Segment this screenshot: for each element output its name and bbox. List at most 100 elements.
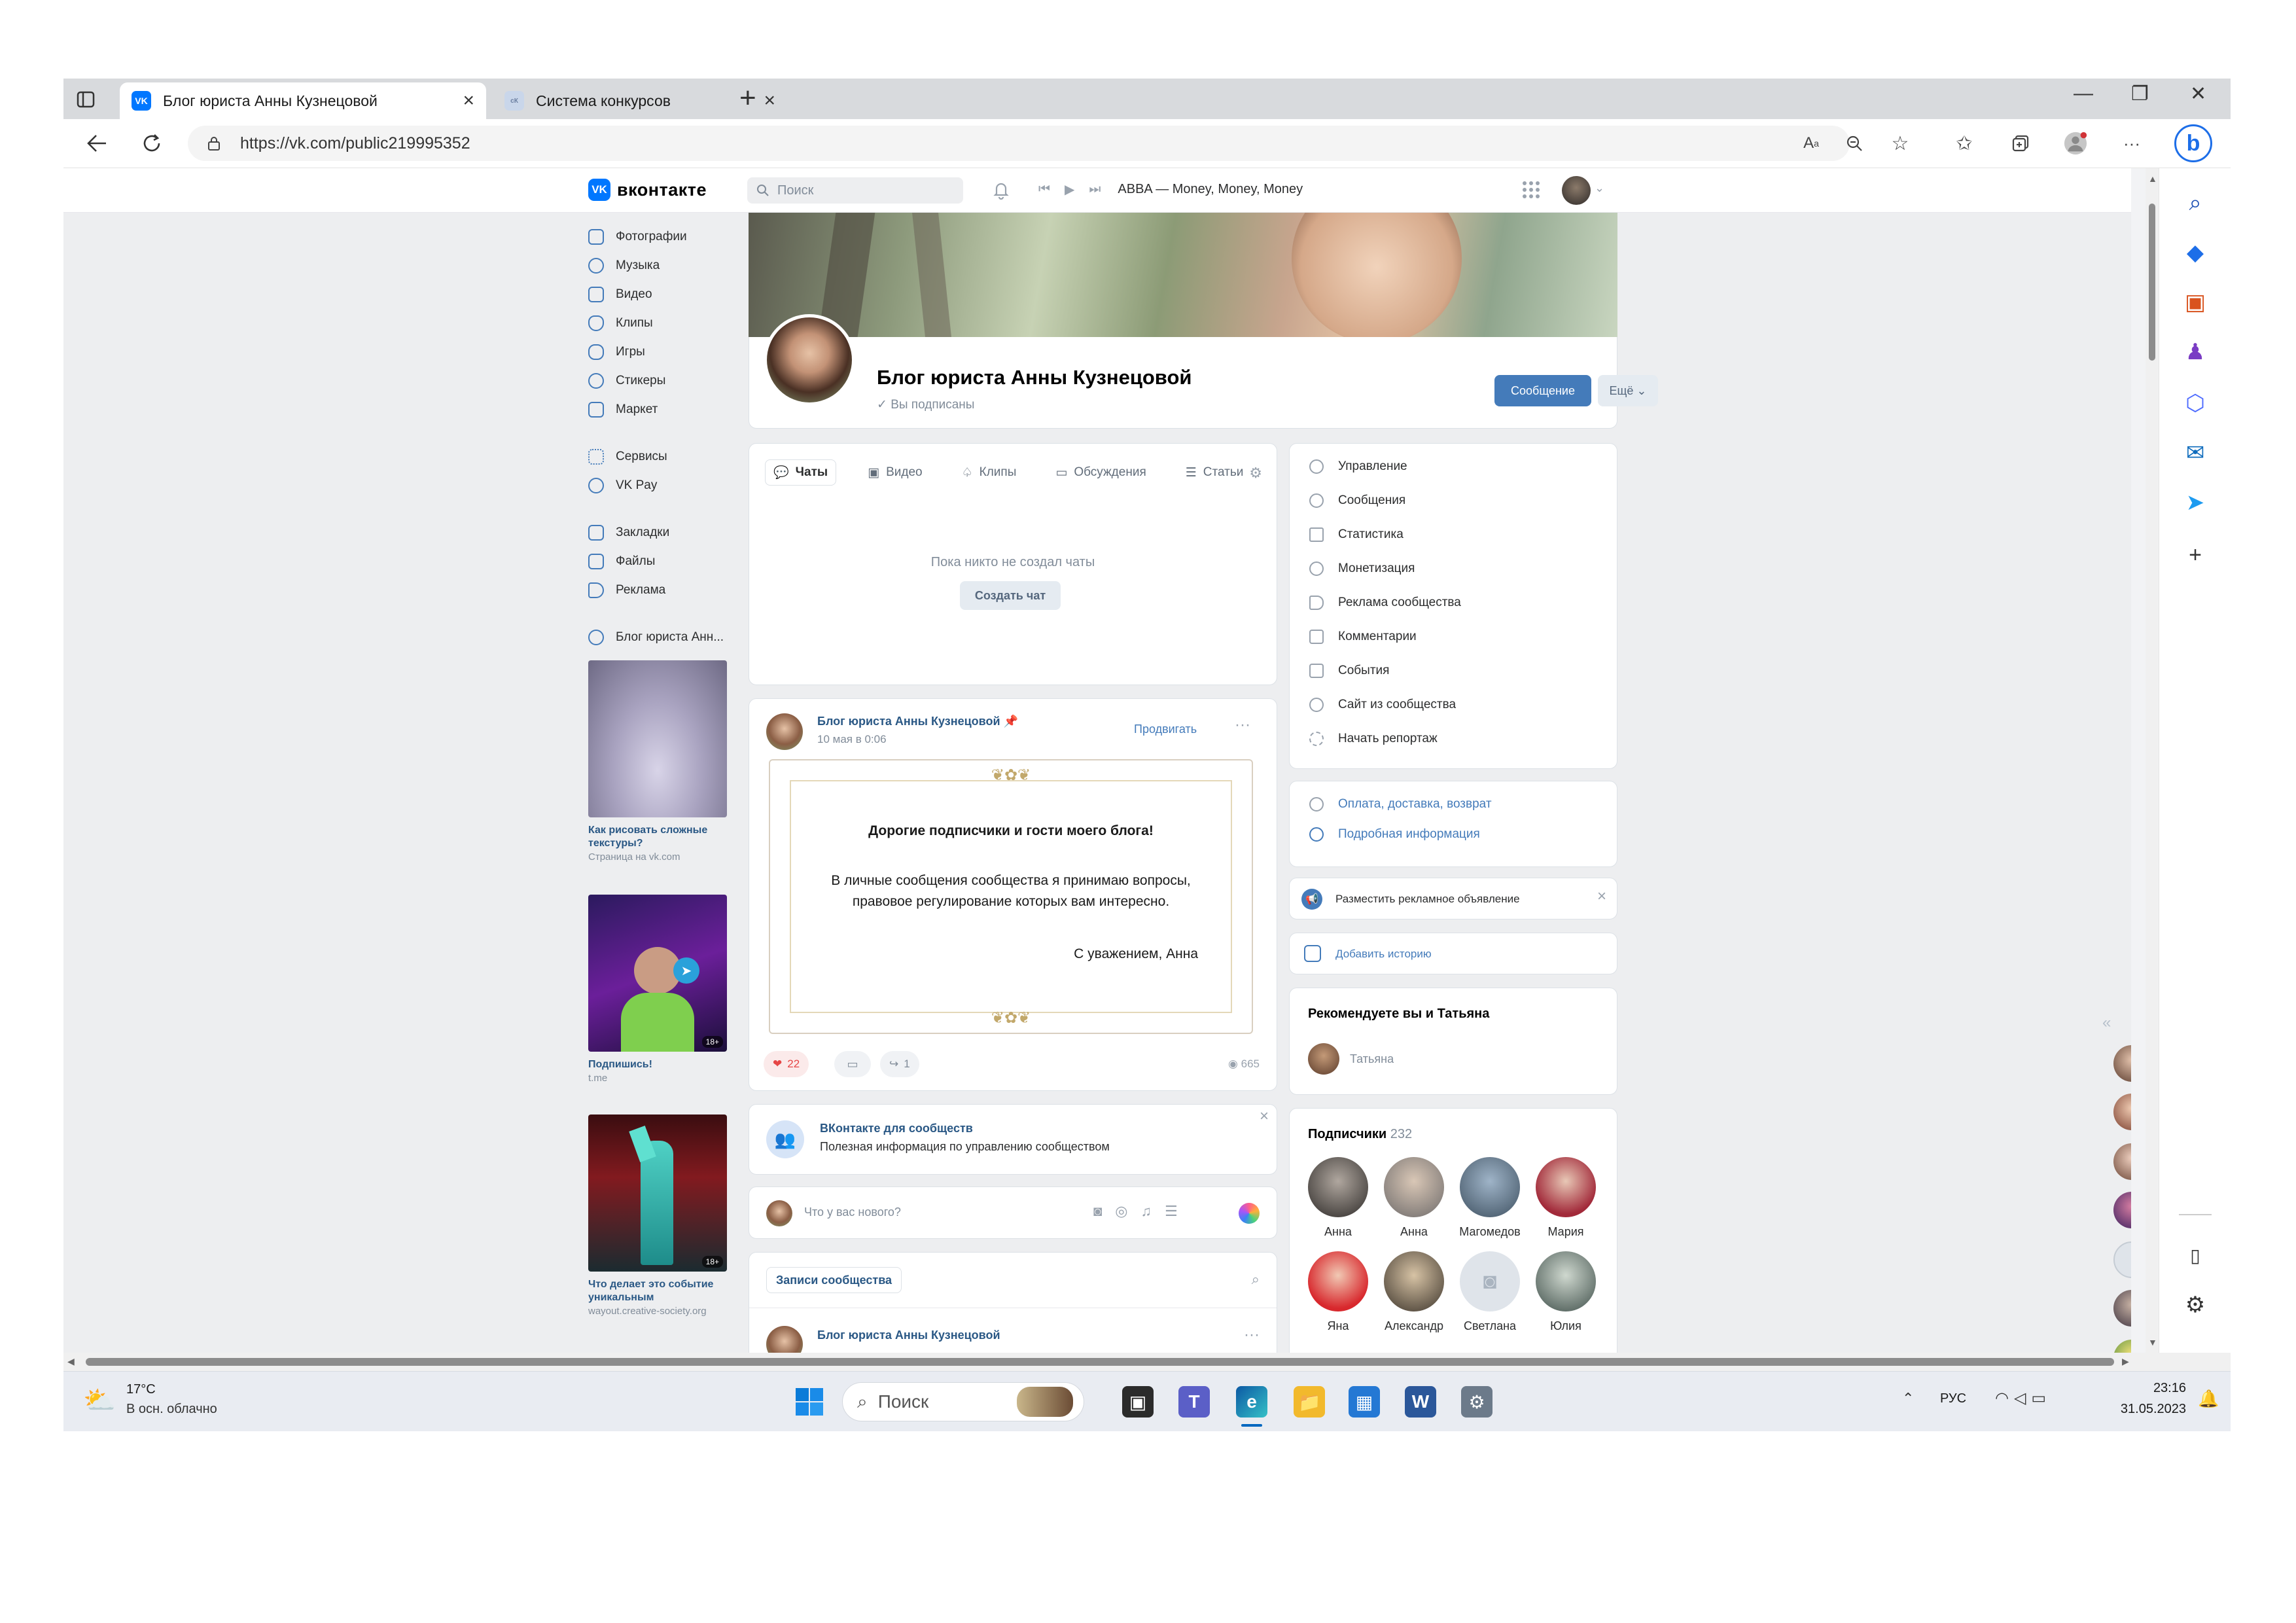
system-tray[interactable]: ◠◁▭ xyxy=(1995,1389,2051,1408)
windows-start-icon[interactable] xyxy=(794,1386,825,1418)
next-track-icon[interactable]: ⏭ xyxy=(1089,182,1101,197)
ad-card[interactable]: Как рисовать сложные текстуры? Страница … xyxy=(588,660,727,864)
place-ad-banner[interactable]: 📢 Разместить рекламное объявление × xyxy=(1289,878,1617,919)
promo-card[interactable]: 👥 ВКонтакте для сообществ Полезная инфор… xyxy=(749,1104,1277,1175)
add-story-card[interactable]: Добавить историю xyxy=(1289,933,1617,974)
like-button[interactable]: ❤ 22 xyxy=(764,1051,809,1077)
post-author[interactable]: Блог юриста Анны Кузнецовой 📌 xyxy=(817,715,1018,728)
details-link[interactable]: Подробная информация xyxy=(1309,825,1480,844)
outlook-icon[interactable]: ✉ xyxy=(2179,437,2212,469)
contact-avatar[interactable] xyxy=(2113,1094,2131,1130)
post-author[interactable]: Блог юриста Анны Кузнецовой xyxy=(817,1329,1000,1342)
clock-time[interactable]: 23:16 xyxy=(2104,1381,2186,1396)
settings-gear-icon[interactable]: ⚙ xyxy=(1249,465,1262,482)
weather-desc[interactable]: В осн. облачно xyxy=(126,1402,217,1417)
contact-avatar[interactable] xyxy=(2113,1290,2131,1327)
recommend-person[interactable]: Татьяна xyxy=(1350,1052,1394,1066)
clock-date[interactable]: 31.05.2023 xyxy=(2104,1402,2186,1417)
weather-cloud-icon[interactable]: ⛅ xyxy=(83,1385,116,1416)
subscriber[interactable]: Мария xyxy=(1534,1157,1597,1239)
read-aloud-icon[interactable]: Aa xyxy=(1799,131,1824,156)
close-icon[interactable]: × xyxy=(1260,1107,1269,1126)
subscriber[interactable]: Юлия xyxy=(1534,1251,1597,1333)
subscriber[interactable]: ◙ Светлана xyxy=(1458,1251,1521,1333)
ad-card[interactable]: 18+ Что делает это событие уникальным wa… xyxy=(588,1115,727,1318)
now-playing[interactable]: ABBA — Money, Money, Money xyxy=(1118,182,1303,197)
menu-monetization[interactable]: Монетизация xyxy=(1309,559,1415,579)
add-favorite-icon[interactable]: ☆ xyxy=(1888,131,1913,156)
contact-avatar[interactable] xyxy=(2113,1192,2131,1228)
menu-live[interactable]: Начать репортаж xyxy=(1309,729,1438,749)
close-tab-icon[interactable]: × xyxy=(463,90,474,112)
nav-games[interactable]: Игры xyxy=(588,342,645,362)
subscriber[interactable]: Магомедов xyxy=(1458,1157,1521,1239)
menu-statistics[interactable]: Статистика xyxy=(1309,525,1404,544)
scroll-down-icon[interactable]: ▼ xyxy=(2148,1337,2157,1347)
tab-discussions[interactable]: ▭ Обсуждения xyxy=(1048,459,1154,486)
word-icon[interactable]: W xyxy=(1405,1386,1436,1418)
more-button[interactable]: Ещё ⌄ xyxy=(1598,375,1658,406)
scrollbar-thumb[interactable] xyxy=(2149,204,2155,361)
composer-placeholder[interactable]: Что у вас нового? xyxy=(804,1205,901,1219)
favorites-icon[interactable]: ✩ xyxy=(1952,131,1977,156)
games-icon[interactable]: ♟ xyxy=(2179,336,2212,368)
user-avatar[interactable] xyxy=(1562,176,1591,205)
wall-filter-tab[interactable]: Записи сообщества xyxy=(766,1267,902,1293)
notifications-bell-icon[interactable] xyxy=(991,180,1011,203)
ad-card[interactable]: ➤ 18+ Подпишись! t.me xyxy=(588,895,727,1085)
tab-actions-icon[interactable] xyxy=(73,86,99,113)
close-icon[interactable]: × xyxy=(1597,887,1606,906)
zoom-out-icon[interactable] xyxy=(1842,131,1867,156)
apps-grid-icon[interactable] xyxy=(1521,180,1541,203)
nav-video[interactable]: Видео xyxy=(588,285,652,304)
send-icon[interactable]: ➤ xyxy=(2179,486,2212,519)
nav-market[interactable]: Маркет xyxy=(588,400,658,419)
share-button[interactable]: ↪ 1 xyxy=(880,1051,919,1077)
subscriber[interactable]: Александр xyxy=(1383,1251,1445,1333)
close-tab-icon[interactable]: × xyxy=(764,90,775,112)
post-date[interactable]: 10 мая в 0:06 xyxy=(817,733,887,746)
close-window-button[interactable]: ✕ xyxy=(2190,82,2206,105)
menu-manage[interactable]: Управление xyxy=(1309,457,1407,476)
notifications-icon[interactable]: 🔔 xyxy=(2198,1389,2219,1409)
nav-stickers[interactable]: Стикеры xyxy=(588,371,665,391)
settings-gear-icon[interactable]: ⚙ xyxy=(1461,1386,1492,1418)
message-button[interactable]: Сообщение xyxy=(1494,375,1591,406)
article-icon[interactable]: ☰ xyxy=(1165,1203,1178,1220)
ai-color-icon[interactable] xyxy=(1239,1203,1260,1224)
tab-video[interactable]: ▣ Видео xyxy=(860,459,930,486)
contact-avatar[interactable] xyxy=(2113,1143,2131,1180)
taskbar-search[interactable]: ⌕ Поиск xyxy=(842,1382,1084,1421)
nav-files[interactable]: Файлы xyxy=(588,552,655,571)
scrollbar-thumb[interactable] xyxy=(86,1358,2114,1366)
chevron-up-icon[interactable]: ⌃ xyxy=(1902,1390,1914,1407)
post-more-icon[interactable]: ··· xyxy=(1235,716,1250,734)
tab-chats[interactable]: 💬 Чаты xyxy=(765,459,837,486)
restore-button[interactable]: ❐ xyxy=(2131,82,2149,105)
contact-avatar[interactable] xyxy=(2113,1241,2131,1278)
shopping-tag-icon[interactable]: ◆ xyxy=(2179,236,2212,269)
post-image-note[interactable]: ❦✿❦ Дорогие подписчики и гости моего бло… xyxy=(769,759,1253,1034)
add-icon[interactable]: + xyxy=(2179,539,2212,571)
store-icon[interactable]: ▦ xyxy=(1349,1386,1380,1418)
post-author-avatar[interactable] xyxy=(766,1326,803,1353)
nav-music[interactable]: Музыка xyxy=(588,256,660,276)
menu-messages[interactable]: Сообщения xyxy=(1309,491,1405,510)
menu-events[interactable]: События xyxy=(1309,661,1389,681)
collections-icon[interactable] xyxy=(2008,131,2033,156)
post-author-avatar[interactable] xyxy=(766,713,803,750)
scroll-left-icon[interactable]: ◀ xyxy=(67,1356,75,1367)
previous-track-icon[interactable]: ⏮ xyxy=(1038,182,1050,197)
nav-ads[interactable]: Реклама xyxy=(588,580,665,600)
settings-gear-icon[interactable]: ⚙ xyxy=(2179,1289,2212,1321)
weather-temp[interactable]: 17°C xyxy=(126,1382,156,1397)
back-button[interactable] xyxy=(82,128,112,158)
file-explorer-icon[interactable]: 📁 xyxy=(1294,1386,1325,1418)
contact-avatar[interactable] xyxy=(2113,1340,2131,1353)
create-chat-button[interactable]: Создать чат xyxy=(960,581,1061,610)
post-more-icon[interactable]: ··· xyxy=(1244,1326,1260,1344)
minimize-button[interactable]: — xyxy=(2074,82,2093,105)
nav-bookmarks[interactable]: Закладки xyxy=(588,523,669,543)
video-icon[interactable]: ◎ xyxy=(1115,1203,1127,1220)
search-icon[interactable]: ⌕ xyxy=(1252,1271,1260,1288)
